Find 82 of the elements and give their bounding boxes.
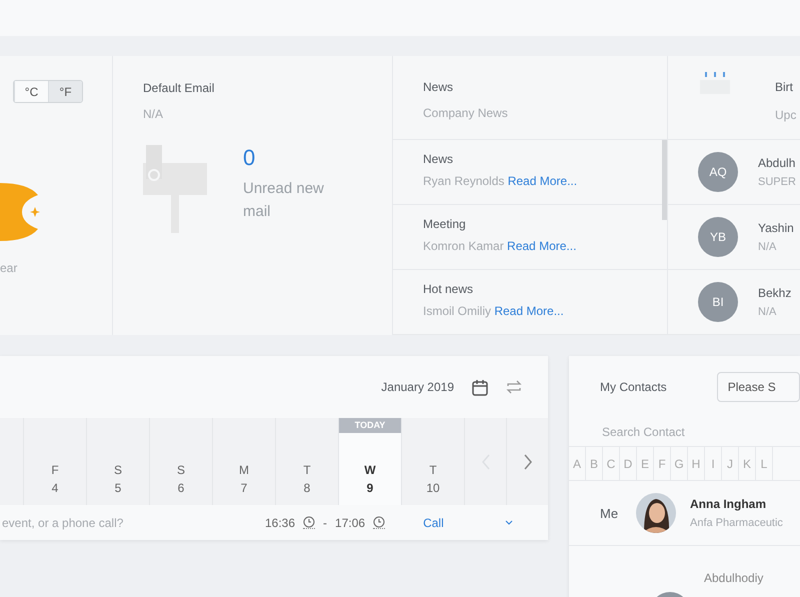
person-role: N/A xyxy=(758,306,778,318)
event-type-select[interactable]: Call xyxy=(423,516,514,530)
day-cell[interactable]: F 4 xyxy=(23,418,86,505)
day-cell[interactable]: S 5 xyxy=(86,418,149,505)
me-label: Me xyxy=(600,506,620,520)
day-cell[interactable]: M 7 xyxy=(212,418,275,505)
read-more-link[interactable]: Read More... xyxy=(494,304,564,318)
news-title: News xyxy=(423,80,454,94)
start-time[interactable]: 16:36 xyxy=(265,516,296,530)
email-title: Default Email xyxy=(143,81,216,95)
day-number: 6 xyxy=(178,480,184,497)
news-item-title: Meeting xyxy=(423,217,467,231)
letter-filter[interactable]: E xyxy=(637,447,654,480)
event-input[interactable]: event, or a phone call? xyxy=(0,514,265,530)
news-item-title: Hot news xyxy=(423,282,474,296)
time-separator: - xyxy=(323,516,328,530)
weekday: T xyxy=(303,462,311,479)
cake-icon xyxy=(700,70,730,94)
day-cell[interactable]: S 6 xyxy=(149,418,212,505)
email-address: N/A xyxy=(143,107,164,121)
weekday: T xyxy=(429,462,437,479)
calendar-icon[interactable] xyxy=(472,378,488,396)
unread-caption: Unread new mail xyxy=(243,179,325,222)
letter-filter[interactable]: L xyxy=(756,447,773,480)
day-number: 5 xyxy=(114,480,122,497)
person-name: Bekhz xyxy=(758,286,792,300)
letter-filter[interactable]: C xyxy=(603,447,620,480)
day-number: 7 xyxy=(240,480,248,497)
letter-filter[interactable]: G xyxy=(671,447,688,480)
person-role: N/A xyxy=(758,241,778,253)
news-subtitle: Company News xyxy=(423,106,509,120)
caret-icon[interactable] xyxy=(505,520,514,525)
end-time[interactable]: 17:06 xyxy=(335,516,366,530)
person-name: Abdulh xyxy=(758,156,796,170)
weather-condition: ear xyxy=(0,261,18,275)
unread-count: 0 xyxy=(243,145,256,171)
birthdays-subtitle: Upc xyxy=(775,108,796,122)
day-number: 10 xyxy=(426,480,440,497)
person-role: SUPER xyxy=(758,176,796,188)
day-number: 9 xyxy=(366,480,374,497)
month-label: January 2019 xyxy=(381,380,454,394)
contact-name: Anna Ingham xyxy=(690,497,768,511)
contact-company: Anfa Pharmaceutic xyxy=(690,517,783,529)
chevron-right-icon[interactable] xyxy=(522,454,532,470)
birthdays-title: Birt xyxy=(775,80,794,94)
letter-filter[interactable]: A xyxy=(569,447,586,480)
unit-toggle[interactable]: °F xyxy=(48,81,82,102)
today-label: TODAY xyxy=(339,418,401,433)
letter-filter[interactable]: F xyxy=(654,447,671,480)
day-cell[interactable]: TODAY W 9 xyxy=(338,418,401,505)
avatar: YB xyxy=(698,217,738,257)
news-item-author: Ismoil Omiliy Read More... xyxy=(423,304,565,318)
weekday: W xyxy=(364,462,376,479)
scrollbar[interactable] xyxy=(662,140,667,220)
contacts-title: My Contacts xyxy=(600,380,667,394)
search-field[interactable]: Search Contact xyxy=(600,418,800,446)
letter-filter[interactable]: J xyxy=(722,447,739,480)
letter-filter[interactable]: K xyxy=(739,447,756,480)
letter-filter[interactable]: D xyxy=(620,447,637,480)
clock-icon[interactable] xyxy=(373,516,386,528)
letter-filter[interactable]: H xyxy=(688,447,705,480)
weekday: S xyxy=(114,462,122,479)
day-cell[interactable]: T 10 xyxy=(401,418,464,505)
day-number: 8 xyxy=(304,480,310,497)
person-name: Yashin xyxy=(758,221,794,235)
clock-icon[interactable] xyxy=(303,516,316,528)
day-number: 4 xyxy=(52,480,58,497)
news-item-author: Komron Kamar Read More... xyxy=(423,239,578,253)
weekday: F xyxy=(51,462,59,479)
letter-filter[interactable]: I xyxy=(705,447,722,480)
contact-name: Abdulhodiy xyxy=(704,571,764,585)
repeat-icon[interactable] xyxy=(506,379,522,395)
avatar: BI xyxy=(698,282,738,322)
read-more-link[interactable]: Read More... xyxy=(508,174,578,188)
avatar: AQ xyxy=(698,152,738,192)
mailbox-icon xyxy=(143,145,207,233)
weekday: M xyxy=(239,462,249,479)
weekday: S xyxy=(176,462,185,479)
news-item-title: News xyxy=(423,152,454,166)
read-more-link[interactable]: Read More... xyxy=(507,239,576,253)
letter-filter[interactable]: B xyxy=(586,447,603,480)
group-select[interactable]: Please S xyxy=(716,372,800,402)
